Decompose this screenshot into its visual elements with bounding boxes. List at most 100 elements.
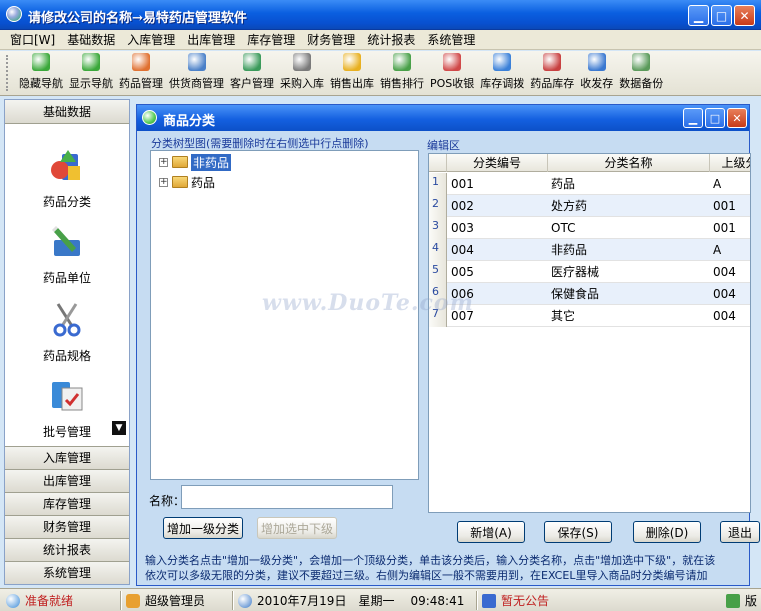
table-row[interactable]: 7 007 其它 004 (429, 305, 750, 327)
cell-parent: 001 (713, 199, 736, 213)
nav-header[interactable]: 基础数据 (5, 100, 129, 124)
child-minimize-button[interactable]: ▁ (683, 108, 703, 128)
row-number: 2 (429, 195, 447, 217)
cell-code: 002 (451, 199, 474, 213)
toolbar-grip[interactable] (6, 55, 12, 91)
status-version-text: 版 (745, 594, 758, 608)
toolbar-button[interactable]: 收发存 (577, 51, 616, 95)
nav-scroll-down-button[interactable]: ▼ (112, 421, 126, 435)
status-weekday: 星期一 (358, 594, 395, 608)
category-window-titlebar[interactable]: 商品分类 ▁ □ ✕ (137, 105, 749, 131)
column-header-code[interactable]: 分类编号 (447, 154, 548, 172)
menu-item[interactable]: 财务管理 (301, 31, 361, 48)
cell-parent: A (713, 243, 722, 257)
toolbar-button-label: 药品库存 (530, 77, 575, 90)
tree-node-label: 药品 (191, 175, 216, 190)
app-logo-icon (6, 6, 22, 22)
minimize-button[interactable]: ▁ (688, 5, 709, 26)
toolbar-button-label: 客户管理 (230, 77, 274, 90)
toolbar-button-label: POS收银 (430, 77, 475, 90)
left-navigation: 基础数据 药品分类 药品单位 药品规格 批号管理 ▼ 入库管理 出库管理 库存管… (4, 99, 130, 585)
table-row[interactable]: 5 005 医疗器械 004 (429, 261, 750, 283)
cell-name: 药品 (551, 177, 576, 191)
minimize-icon: ▁ (693, 8, 704, 23)
menu-item[interactable]: 出库管理 (181, 31, 241, 48)
toolbar-button[interactable]: 隐藏导航 (16, 51, 66, 95)
child-maximize-button[interactable]: □ (705, 108, 725, 128)
nav-body: 药品分类 药品单位 药品规格 批号管理 ▼ (5, 124, 129, 446)
column-header-name[interactable]: 分类名称 (548, 154, 710, 172)
add-child-category-button[interactable]: 增加选中下级 (257, 517, 337, 539)
folder-icon (172, 156, 188, 168)
category-grid[interactable]: 分类编号 分类名称 上级分 1 001 药品 A 2 002 处方药 001 3 003 OTC 00… (428, 153, 751, 513)
status-version: 版 (726, 592, 757, 609)
table-row[interactable]: 3 003 OTC 001 (429, 217, 750, 239)
menu-item[interactable]: 统计报表 (361, 31, 421, 48)
toolbar-button[interactable]: 数据备份 (616, 51, 666, 95)
toolbar-button[interactable]: 库存调拨 (477, 51, 527, 95)
nav-item-batch[interactable]: 批号管理 (5, 376, 129, 440)
nav-item-label: 药品规格 (42, 349, 91, 363)
expand-icon[interactable]: + (159, 177, 168, 187)
cell-name: 其它 (551, 309, 576, 323)
toolbar-button[interactable]: 供货商管理 (166, 51, 227, 95)
menu-item[interactable]: 库存管理 (241, 31, 301, 48)
nav-item-drug-spec[interactable]: 药品规格 (5, 300, 129, 364)
table-row[interactable]: 2 002 处方药 001 (429, 195, 750, 217)
nav-category[interactable]: 系统管理 (5, 561, 129, 584)
category-name-input[interactable] (181, 485, 393, 509)
close-button[interactable]: ✕ (734, 5, 755, 26)
nav-category[interactable]: 统计报表 (5, 538, 129, 561)
tree-node[interactable]: + 药品 (159, 173, 215, 191)
toolbar-button-label: 数据备份 (619, 77, 664, 90)
nav-item-label: 批号管理 (42, 425, 91, 439)
status-notice[interactable]: 暂无公告 (482, 592, 549, 609)
name-label: 名称： (149, 494, 186, 508)
cell-code: 003 (451, 221, 474, 235)
cell-parent: A (713, 177, 722, 191)
toolbar-button[interactable]: 采购入库 (277, 51, 327, 95)
status-notice-text: 暂无公告 (501, 594, 550, 608)
menu-item[interactable]: 系统管理 (421, 31, 481, 48)
menu-bar: 窗口[W] 基础数据 入库管理 出库管理 库存管理 财务管理 统计报表 系统管理 (0, 30, 761, 50)
toolbar-button[interactable]: 显示导航 (66, 51, 116, 95)
nav-item-drug-unit[interactable]: 药品单位 (5, 222, 129, 286)
menu-item[interactable]: 窗口[W] (4, 31, 61, 48)
table-row[interactable]: 1 001 药品 A (429, 173, 750, 195)
maximize-button[interactable]: □ (711, 5, 732, 26)
title-bar[interactable]: 请修改公司的名称→易特药店管理软件 ▁ □ ✕ (0, 0, 761, 30)
table-row[interactable]: 4 004 非药品 A (429, 239, 750, 261)
toolbar-button-label: 采购入库 (280, 77, 324, 90)
nav-category[interactable]: 入库管理 (5, 446, 129, 469)
toolbar-button-label: 收发存 (580, 77, 614, 90)
toolbar-button[interactable]: POS收银 (427, 51, 477, 95)
toolbar-button-label: 库存调拨 (480, 77, 525, 90)
expand-icon[interactable]: + (159, 157, 168, 167)
toolbar-button[interactable]: 药品库存 (527, 51, 577, 95)
save-button[interactable]: 保存(S) (544, 521, 612, 543)
new-button[interactable]: 新增(A) (457, 521, 525, 543)
help-text: 输入分类名点击"增加一级分类"，会增加一个顶级分类，单击该分类后，输入分类名称，… (145, 553, 749, 583)
menu-item[interactable]: 入库管理 (121, 31, 181, 48)
help-text-line: 输入分类名点击"增加一级分类"，会增加一个顶级分类，单击该分类后，输入分类名称，… (145, 554, 716, 567)
toolbar-button[interactable]: 销售出库 (327, 51, 377, 95)
nav-category[interactable]: 财务管理 (5, 515, 129, 538)
nav-category[interactable]: 出库管理 (5, 469, 129, 492)
exit-button[interactable]: 退出 (720, 521, 760, 543)
stock-icon (543, 53, 562, 71)
toolbar-button[interactable]: 客户管理 (227, 51, 277, 95)
table-row[interactable]: 6 006 保健食品 004 (429, 283, 750, 305)
shapes-icon (51, 150, 80, 180)
row-number: 1 (429, 173, 447, 195)
tree-node[interactable]: + 非药品 (159, 153, 232, 171)
toolbar-button[interactable]: 销售排行 (377, 51, 427, 95)
menu-item[interactable]: 基础数据 (61, 31, 121, 48)
nav-item-drug-category[interactable]: 药品分类 (5, 146, 129, 210)
child-close-button[interactable]: ✕ (727, 108, 747, 128)
column-header-parent[interactable]: 上级分 (710, 154, 750, 172)
arrow-right-icon (82, 53, 100, 71)
nav-category[interactable]: 库存管理 (5, 492, 129, 515)
toolbar-button[interactable]: 药品管理 (116, 51, 166, 95)
delete-button[interactable]: 删除(D) (633, 521, 701, 543)
add-top-category-button[interactable]: 增加一级分类 (163, 517, 243, 539)
